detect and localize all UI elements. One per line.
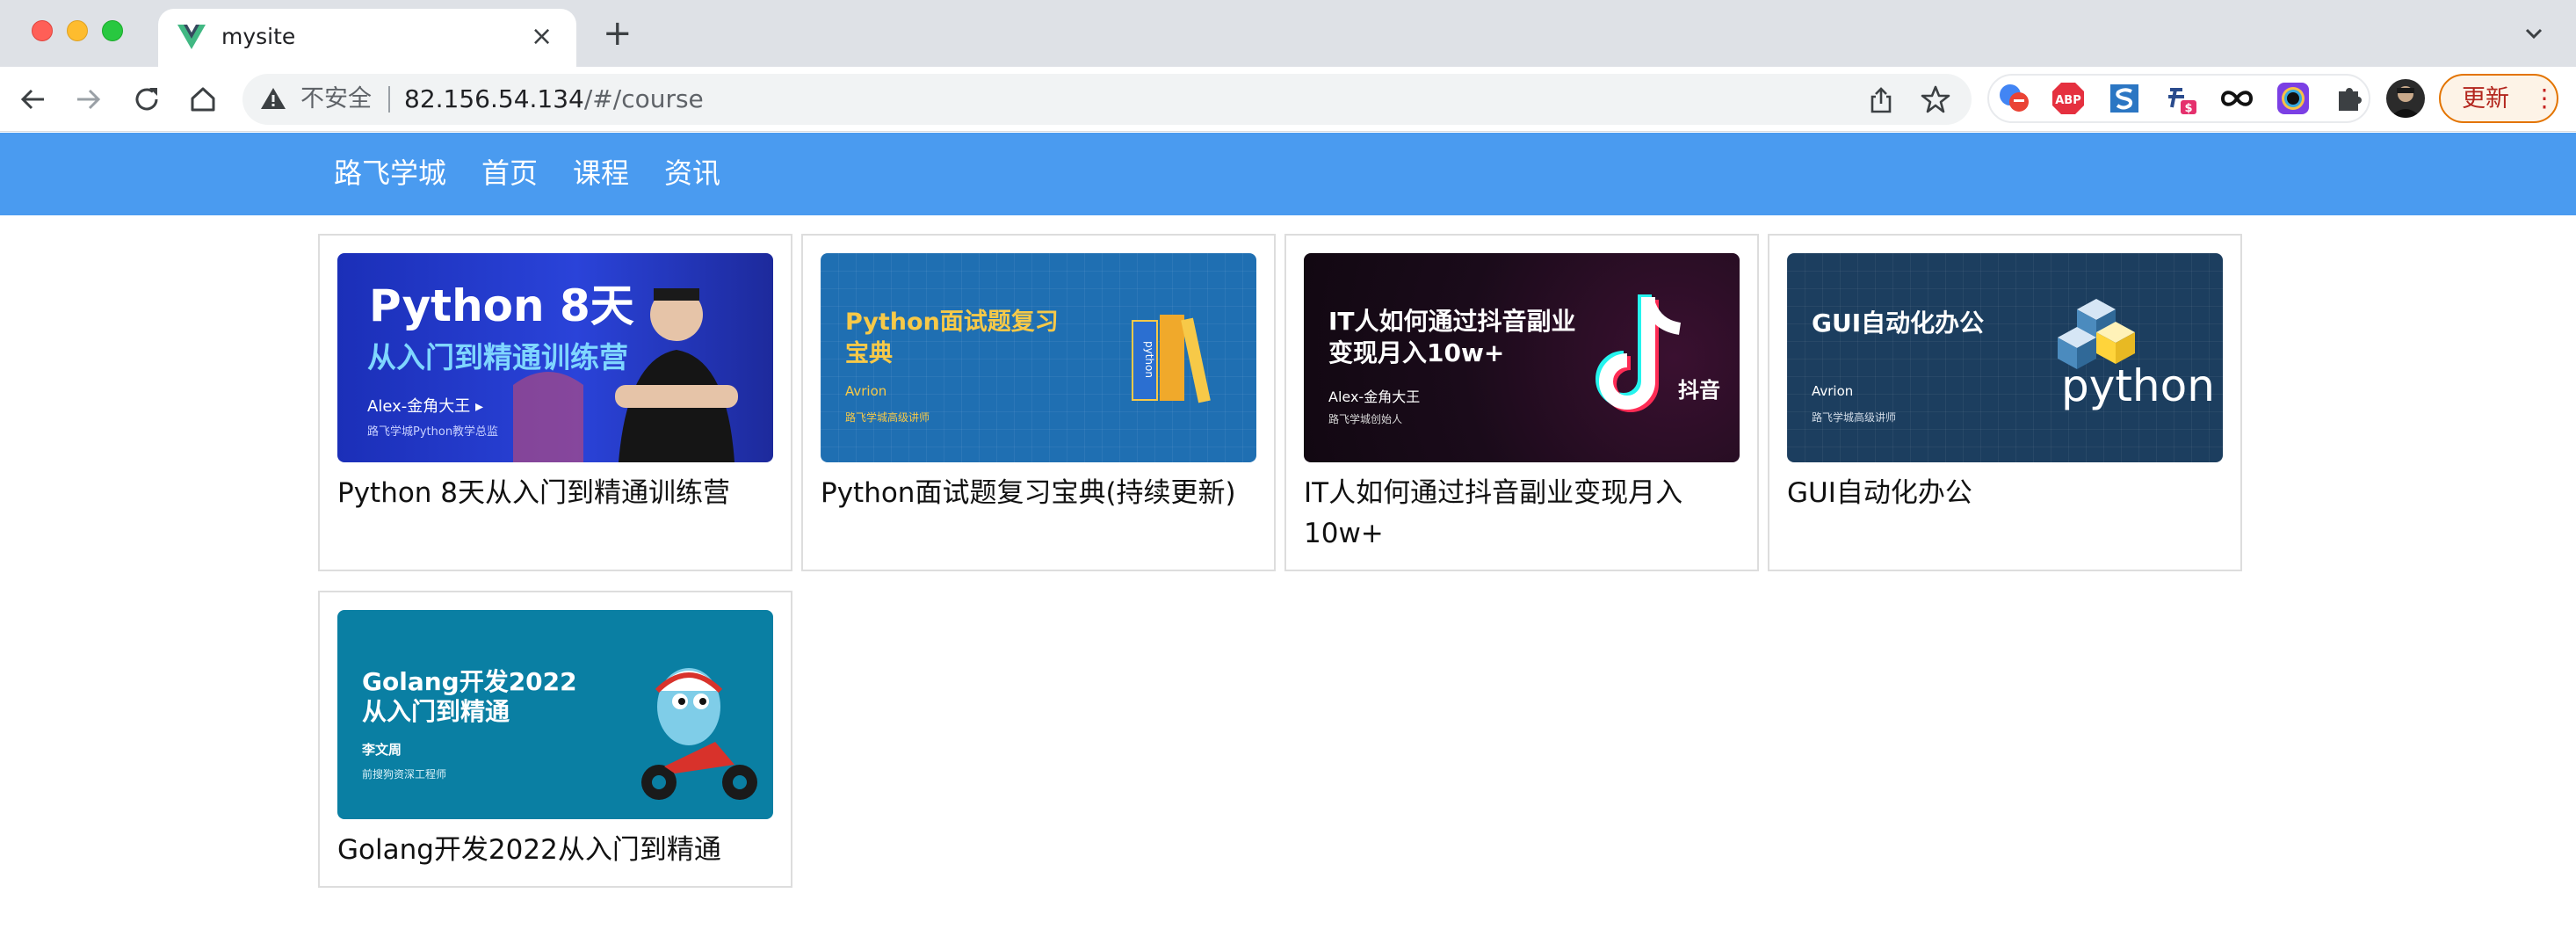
course-title[interactable]: Python面试题复习宝典(持续更新) [821, 473, 1260, 513]
tab-title: mysite [221, 24, 296, 49]
course-banner-image[interactable]: 抖音 IT人如何通过抖音副业 变现月入10w+ Alex-金角大王 路飞学城创始… [1304, 253, 1740, 462]
browser-menu-icon[interactable]: ⋮ [2532, 83, 2557, 114]
browser-update-button[interactable]: 更新 ⋮ [2439, 74, 2558, 123]
back-arrow-icon[interactable] [16, 83, 49, 116]
link-extension-icon[interactable] [2219, 81, 2254, 116]
new-tab-button[interactable]: + [603, 16, 633, 51]
svg-text:ABP: ABP [2055, 94, 2081, 107]
banner-headline: IT人如何通过抖音副业 [1328, 307, 1576, 336]
svg-text:$: $ [2184, 102, 2192, 115]
site-brand-link[interactable]: 路飞学城 [334, 154, 446, 192]
url-host: 82.156.54.134 [404, 84, 584, 113]
reload-icon[interactable] [130, 83, 163, 116]
banner-teacher: Alex-金角大王 [1328, 388, 1421, 405]
banner-logo-text: 抖音 [1678, 378, 1720, 403]
bookmark-star-icon[interactable] [1921, 84, 1950, 114]
banner-teacher: 李文周 [362, 742, 402, 758]
banner-role: 路飞学城创始人 [1328, 413, 1403, 425]
warning-triangle-icon[interactable] [260, 86, 286, 111]
tab-search-chevron-icon[interactable] [2522, 21, 2546, 46]
course-title[interactable]: Golang开发2022从入门到精通 [337, 830, 777, 870]
banner-headline: GUI自动化办公 [1812, 309, 1985, 338]
share-icon[interactable] [1868, 86, 1894, 114]
forward-arrow-icon[interactable] [72, 83, 105, 116]
banner-subhead: 宝典 [845, 340, 893, 367]
banner-teacher: Avrion [845, 383, 887, 399]
banner-subhead: 变现月入10w+ [1328, 338, 1505, 367]
address-separator [388, 86, 390, 113]
address-bar[interactable]: 不安全 82.156.54.134/#/course [242, 74, 1972, 125]
home-icon[interactable] [186, 83, 220, 116]
course-banner-image[interactable]: python GUI自动化办公 Avrion 路飞学城高级讲师 [1787, 253, 2223, 462]
banner-role: 前搜狗资深工程师 [362, 768, 447, 781]
site-navbar: 路飞学城 首页 课程 资讯 [0, 133, 2576, 215]
banner-role: 路飞学城高级讲师 [845, 411, 930, 424]
avatar-image [2390, 86, 2421, 118]
course-card[interactable]: python GUI自动化办公 Avrion 路飞学城高级讲师 GUI自动化办公 [1768, 234, 2242, 571]
banner-role: 路飞学城Python教学总监 [367, 425, 499, 439]
banner-logo-text: python [2061, 360, 2215, 411]
window-minimize-button[interactable] [67, 20, 88, 41]
svg-text:python: python [1143, 341, 1155, 378]
color-picker-icon[interactable] [2276, 81, 2311, 116]
puzzle-icon[interactable] [2332, 81, 2367, 116]
url-path: /#/course [583, 84, 704, 113]
nav-link-course[interactable]: 课程 [573, 154, 629, 192]
update-label: 更新 [2462, 85, 2509, 113]
window-close-button[interactable] [32, 20, 53, 41]
nav-link-news[interactable]: 资讯 [664, 154, 720, 192]
course-banner-image[interactable]: Golang开发2022 从入门到精通 李文周 前搜狗资深工程师 [337, 610, 773, 819]
course-title[interactable]: Python 8天从入门到精通训练营 [337, 473, 777, 513]
course-banner-image[interactable]: Python 8天 从入门到精通训练营 Alex-金角大王 ▸ 路飞学城Pyth… [337, 253, 773, 462]
banner-headline: Python 8天 [369, 280, 634, 331]
course-card[interactable]: Python 8天 从入门到精通训练营 Alex-金角大王 ▸ 路飞学城Pyth… [318, 234, 792, 571]
insecure-label: 不安全 [300, 85, 372, 113]
banner-subhead: 从入门到精通训练营 [367, 340, 628, 374]
banner-role: 路飞学城高级讲师 [1812, 411, 1897, 424]
money-extension-icon[interactable]: $ [2163, 81, 2198, 116]
url-text: 82.156.54.134/#/course [404, 84, 704, 114]
profile-avatar[interactable] [2386, 79, 2425, 118]
browser-tab-active[interactable]: mysite × [158, 9, 576, 67]
adblock-icon[interactable]: ABP [2051, 81, 2086, 116]
s-extension-icon[interactable] [2107, 81, 2142, 116]
tab-close-icon[interactable]: × [531, 23, 553, 51]
translate-icon[interactable] [1996, 81, 2031, 116]
course-title[interactable]: IT人如何通过抖音副业变现月入10w+ [1304, 473, 1743, 554]
banner-headline: Python面试题复习 [845, 309, 1059, 336]
vue-logo-icon [177, 25, 206, 49]
banner-teacher: Avrion [1812, 383, 1854, 399]
python-cubes-graphic [2058, 299, 2135, 369]
course-card[interactable]: Golang开发2022 从入门到精通 李文周 前搜狗资深工程师 Golang开… [318, 591, 792, 888]
nav-link-home[interactable]: 首页 [481, 154, 538, 192]
course-banner-image[interactable]: python Python面试题复习 宝典 Avrion 路飞学城高级讲师 [821, 253, 1256, 462]
browser-tab-strip: mysite × + [0, 0, 2576, 67]
banner-subhead: 从入门到精通 [362, 697, 510, 726]
window-zoom-button[interactable] [102, 20, 123, 41]
course-card[interactable]: 抖音 IT人如何通过抖音副业 变现月入10w+ Alex-金角大王 路飞学城创始… [1284, 234, 1759, 571]
course-title[interactable]: GUI自动化办公 [1787, 473, 2226, 513]
course-card[interactable]: python Python面试题复习 宝典 Avrion 路飞学城高级讲师 Py… [801, 234, 1276, 571]
banner-teacher: Alex-金角大王 ▸ [367, 397, 483, 416]
